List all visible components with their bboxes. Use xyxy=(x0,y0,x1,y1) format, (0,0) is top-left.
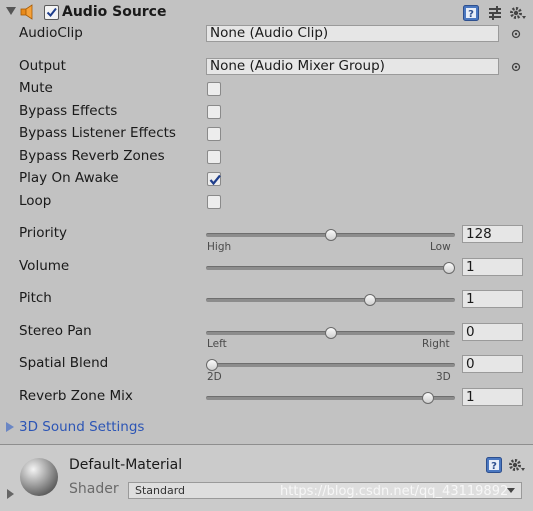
priority-slider-thumb[interactable] xyxy=(324,229,337,241)
bypass-effects-label: Bypass Effects xyxy=(19,103,118,119)
stereo-pan-max-label: Right xyxy=(422,338,450,350)
priority-max-label: Low xyxy=(430,241,451,253)
mute-checkbox[interactable] xyxy=(207,82,221,96)
spatial-blend-slider-track[interactable] xyxy=(206,359,455,371)
output-label: Output xyxy=(19,58,66,74)
spatial-blend-slider-thumb[interactable] xyxy=(206,359,218,371)
svg-text:?: ? xyxy=(491,461,497,472)
output-field[interactable]: None (Audio Mixer Group) xyxy=(206,58,499,75)
shader-label: Shader xyxy=(69,481,119,497)
stereo-pan-label: Stereo Pan xyxy=(19,323,92,339)
pitch-value-field[interactable]: 1 xyxy=(462,290,523,308)
component-enable-checkbox[interactable] xyxy=(44,5,59,20)
priority-label: Priority xyxy=(19,225,68,241)
bypass-reverb-zones-label: Bypass Reverb Zones xyxy=(19,148,165,164)
checkmark-icon xyxy=(46,7,57,18)
volume-slider-track[interactable] xyxy=(206,262,455,274)
mute-label: Mute xyxy=(19,80,53,96)
gear-icon[interactable] xyxy=(508,456,526,474)
volume-label: Volume xyxy=(19,258,70,274)
watermark: https://blog.csdn.net/qq_43119892 xyxy=(280,484,509,499)
3d-sound-settings-foldout[interactable]: 3D Sound Settings xyxy=(19,419,144,435)
reverb-zone-mix-slider-track[interactable] xyxy=(206,392,455,404)
play-on-awake-checkbox[interactable] xyxy=(207,172,221,186)
loop-label: Loop xyxy=(19,193,52,209)
collapse-arrow-icon[interactable] xyxy=(6,7,16,15)
help-icon[interactable]: ? xyxy=(486,457,502,473)
object-picker-icon[interactable] xyxy=(511,29,521,39)
foldout-arrow-icon[interactable] xyxy=(6,422,14,432)
svg-text:?: ? xyxy=(468,9,474,20)
volume-slider-thumb[interactable] xyxy=(443,262,455,274)
spatial-blend-min-label: 2D xyxy=(207,371,222,383)
reverb-zone-mix-label: Reverb Zone Mix xyxy=(19,388,133,404)
preset-icon[interactable] xyxy=(487,5,503,21)
material-preview-sphere-icon xyxy=(20,458,58,496)
reverb-zone-mix-slider-thumb[interactable] xyxy=(421,392,434,404)
material-expand-arrow-icon[interactable] xyxy=(7,489,14,499)
material-name: Default-Material xyxy=(69,457,183,473)
spatial-blend-max-label: 3D xyxy=(436,371,451,383)
stereo-pan-slider-thumb[interactable] xyxy=(324,327,337,339)
checkmark-icon xyxy=(209,174,221,186)
volume-value-field[interactable]: 1 xyxy=(462,258,523,276)
object-picker-icon[interactable] xyxy=(511,62,521,72)
bypass-reverb-zones-checkbox[interactable] xyxy=(207,150,221,164)
component-header[interactable]: Audio Source ? xyxy=(0,0,533,26)
bypass-listener-effects-checkbox[interactable] xyxy=(207,127,221,141)
loop-checkbox[interactable] xyxy=(207,195,221,209)
shader-dropdown-value: Standard xyxy=(135,484,186,497)
material-panel xyxy=(0,445,533,511)
priority-min-label: High xyxy=(207,241,232,253)
bypass-effects-checkbox[interactable] xyxy=(207,105,221,119)
stereo-pan-value-field[interactable]: 0 xyxy=(462,323,523,341)
pitch-label: Pitch xyxy=(19,290,52,306)
stereo-pan-slider-track[interactable] xyxy=(206,327,455,339)
priority-value-field[interactable]: 128 xyxy=(462,225,523,243)
audioclip-label: AudioClip xyxy=(19,25,83,41)
gear-icon[interactable] xyxy=(509,4,527,22)
component-title: Audio Source xyxy=(62,4,167,20)
reverb-zone-mix-value-field[interactable]: 1 xyxy=(462,388,523,406)
play-on-awake-label: Play On Awake xyxy=(19,170,119,186)
stereo-pan-min-label: Left xyxy=(207,338,227,350)
spatial-blend-value-field[interactable]: 0 xyxy=(462,355,523,373)
pitch-slider-thumb[interactable] xyxy=(364,294,377,306)
spatial-blend-label: Spatial Blend xyxy=(19,355,109,371)
priority-slider-track[interactable] xyxy=(206,229,455,241)
speaker-icon xyxy=(20,4,33,20)
pitch-slider-track[interactable] xyxy=(206,294,455,306)
audioclip-field[interactable]: None (Audio Clip) xyxy=(206,25,499,42)
help-icon[interactable]: ? xyxy=(463,5,479,21)
bypass-listener-effects-label: Bypass Listener Effects xyxy=(19,125,176,141)
